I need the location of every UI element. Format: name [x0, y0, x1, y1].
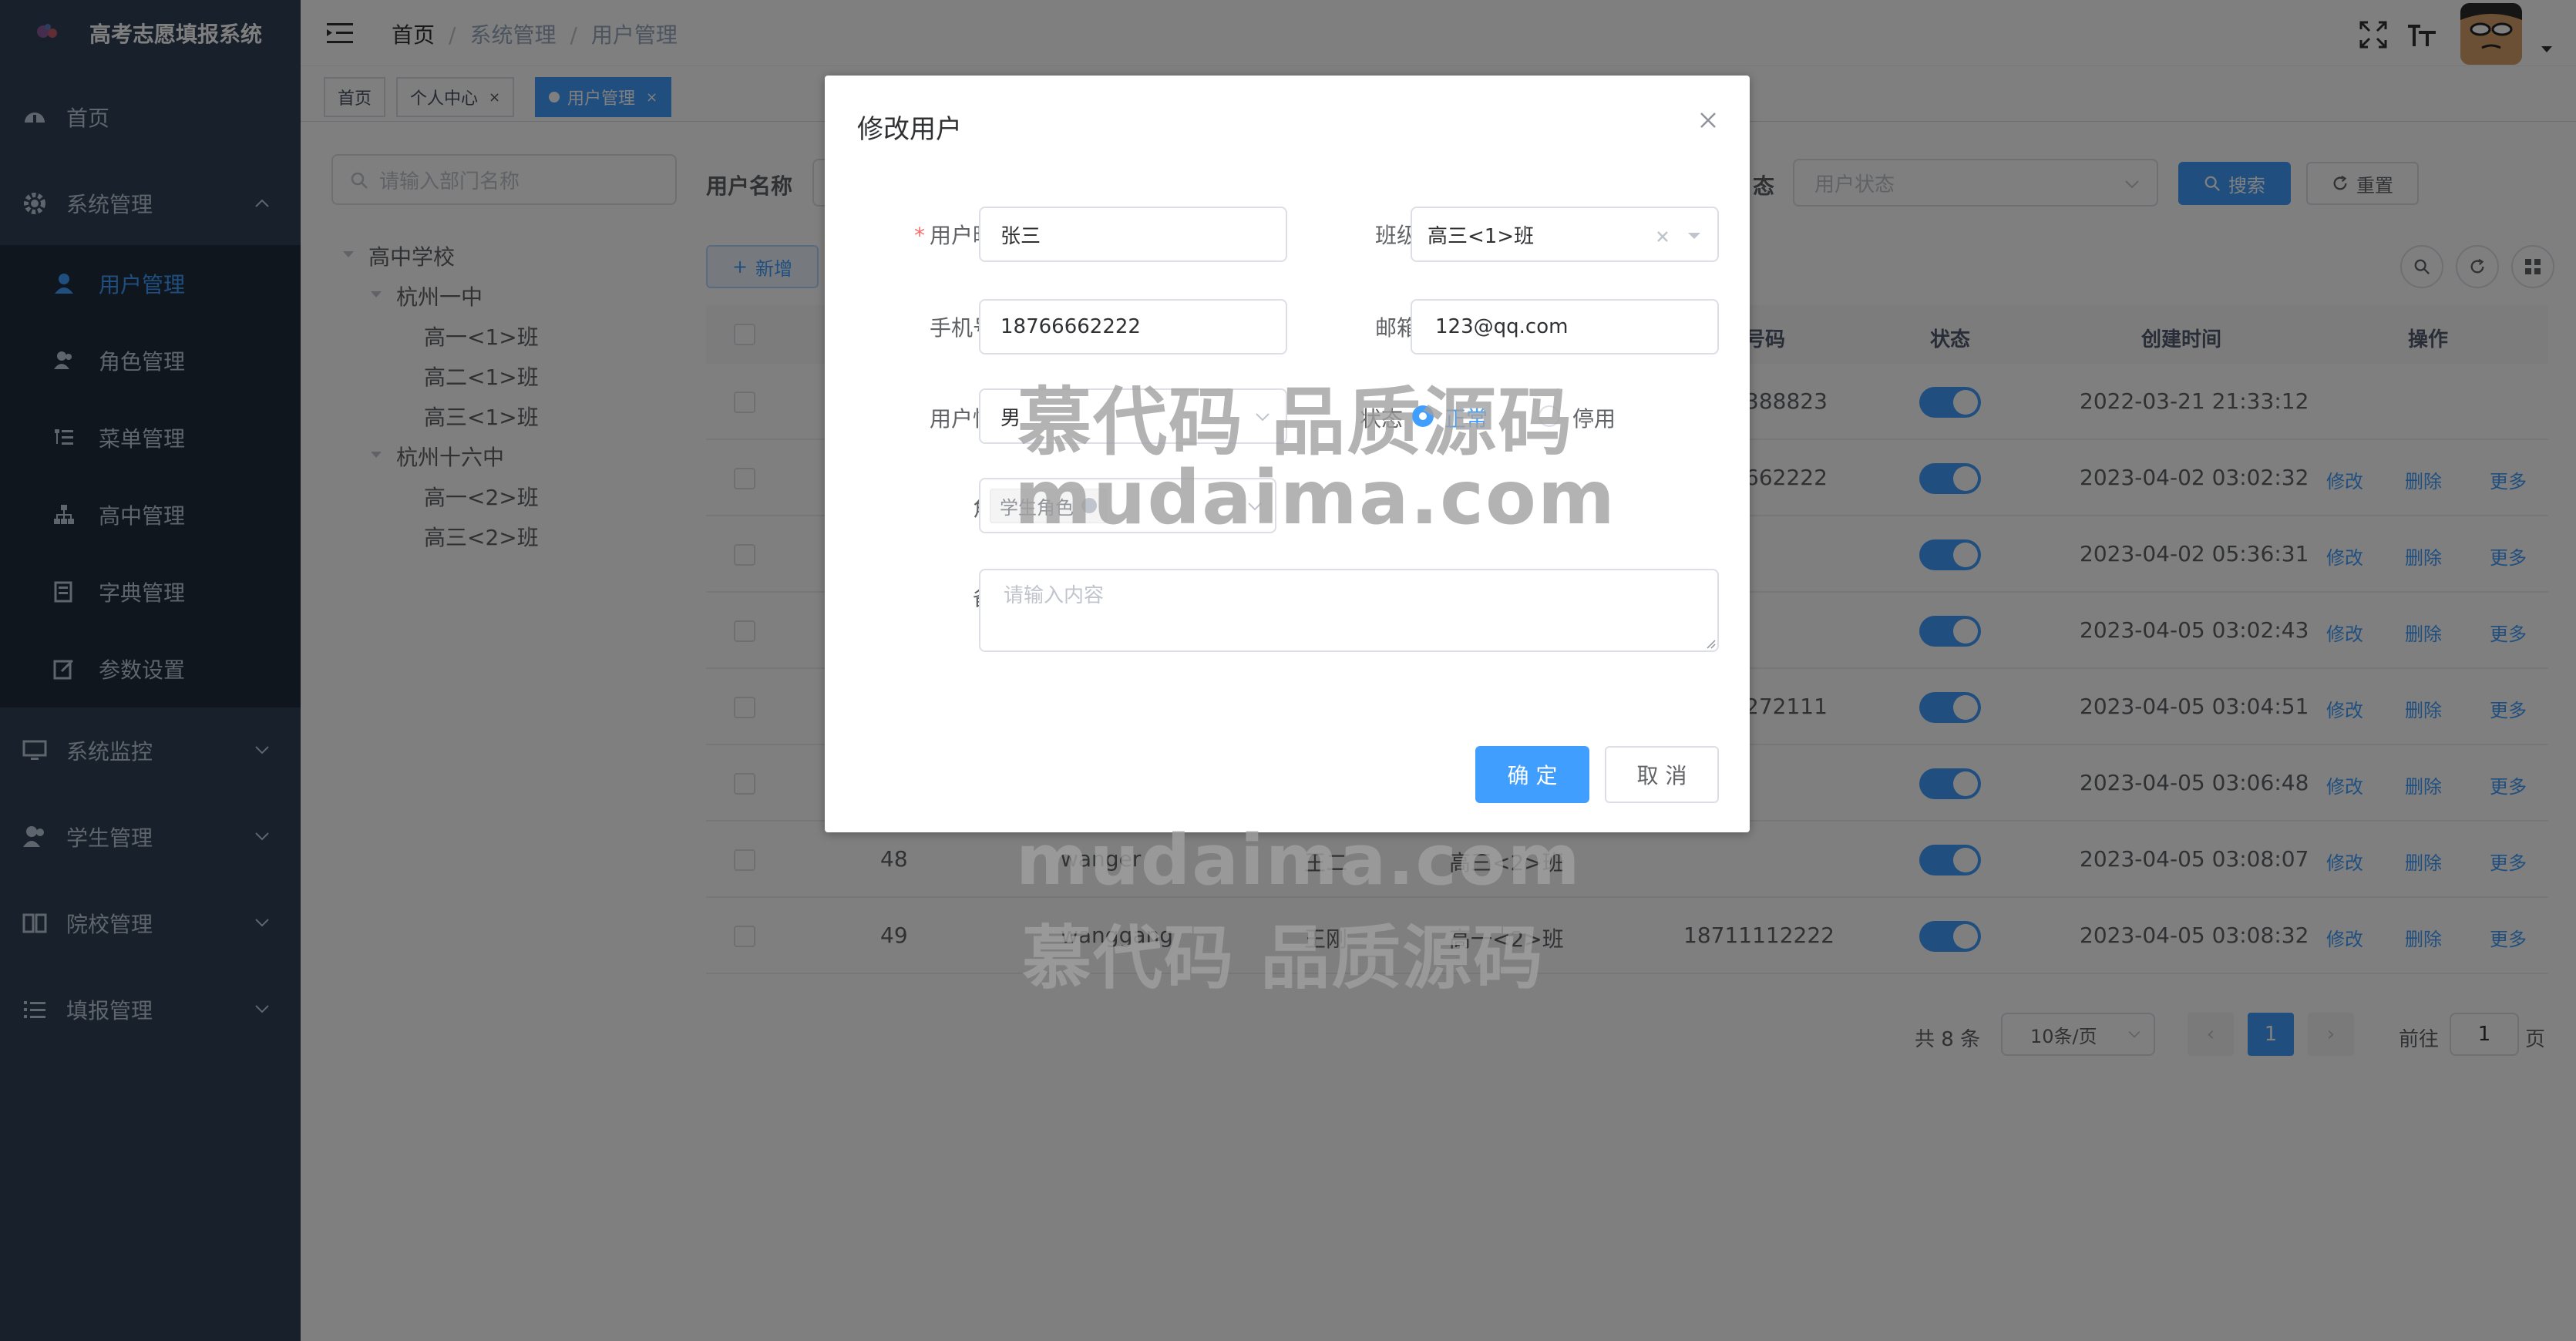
status-disabled-label[interactable]: 停用 [1572, 402, 1616, 433]
email-input[interactable]: 123@qq.com [1411, 299, 1719, 355]
class-label: 班级 [1374, 223, 1418, 248]
confirm-button[interactable]: 确 定 [1475, 746, 1589, 803]
watermark-en: mudaima.com [1016, 820, 1582, 901]
class-value: 高三<1>班 [1428, 224, 1535, 248]
watermark-en: mudaima.com [1014, 455, 1616, 541]
email-label: 邮箱 [1374, 315, 1418, 341]
required-asterisk: * [913, 223, 925, 248]
caret-down-icon [1688, 233, 1700, 239]
class-select[interactable]: 高三<1>班 [1411, 207, 1719, 262]
email-value: 123@qq.com [1435, 315, 1569, 338]
cancel-button[interactable]: 取 消 [1605, 746, 1719, 803]
resize-handle-icon[interactable] [1705, 638, 1716, 649]
clear-icon[interactable] [1656, 230, 1670, 244]
phone-value: 18766662222 [1000, 315, 1141, 338]
dialog-title: 修改用户 [857, 114, 962, 145]
watermark-cn: 慕代码 品质源码 [1022, 918, 1545, 999]
watermark-cn: 慕代码 品质源码 [1017, 379, 1574, 465]
close-icon[interactable] [1699, 111, 1717, 129]
phone-input[interactable]: 18766662222 [979, 299, 1287, 355]
nickname-value: 张三 [1000, 224, 1041, 248]
remark-textarea[interactable]: 请输入内容 [979, 569, 1719, 652]
remark-placeholder: 请输入内容 [1004, 584, 1105, 607]
nickname-input[interactable]: 张三 [979, 207, 1287, 262]
